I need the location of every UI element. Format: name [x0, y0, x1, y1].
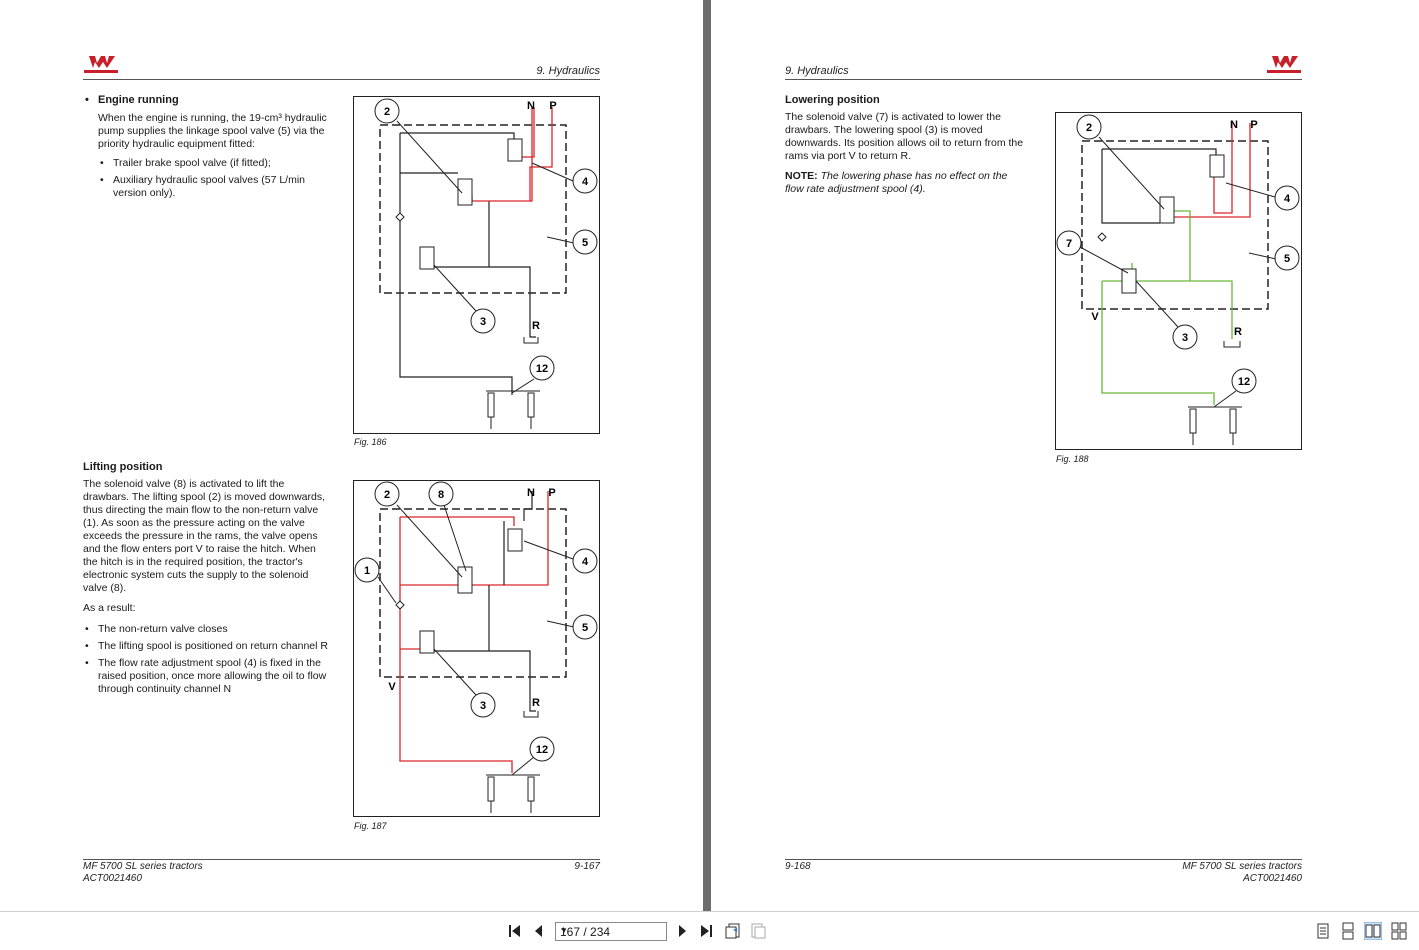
lifting-position-section: Lifting position The solenoid valve (8) … — [83, 461, 331, 700]
footer-rule — [785, 859, 1302, 860]
callout-2: 2 — [384, 489, 390, 501]
single-page-view-icon[interactable] — [1314, 922, 1332, 940]
equipment-list: Trailer brake spool valve (if fitted); A… — [98, 157, 333, 200]
lowering-position-text: The solenoid valve (7) is activated to l… — [785, 111, 1024, 162]
facing-view-icon[interactable] — [1364, 922, 1382, 940]
continuous-facing-view-icon[interactable] — [1390, 922, 1408, 940]
footer-code: ACT0021460 — [1243, 873, 1302, 884]
callout-8: 8 — [438, 489, 444, 501]
page-number: 9-168 — [785, 861, 811, 872]
callout-12: 12 — [536, 363, 548, 375]
figure-188-caption: Fig. 188 — [1056, 454, 1089, 464]
callout-1: 1 — [364, 565, 370, 577]
callout-12: 12 — [1238, 376, 1250, 388]
callout-2: 2 — [384, 106, 390, 118]
port-n: N — [1230, 119, 1238, 131]
footer-rule — [83, 859, 600, 860]
hydraulic-diagram-187: 2 8 4 1 5 3 12 N P V R — [354, 481, 598, 813]
back-view-icon[interactable] — [724, 922, 742, 940]
callout-2: 2 — [1086, 122, 1092, 134]
footer-title: MF 5700 SL series tractors — [83, 861, 203, 872]
result-list: The non-return valve closes The lifting … — [83, 623, 331, 696]
callout-12: 12 — [536, 744, 548, 756]
first-page-icon[interactable] — [506, 922, 524, 940]
callout-4: 4 — [1284, 193, 1291, 205]
callout-5: 5 — [1284, 253, 1290, 265]
list-item: Trailer brake spool valve (if fitted); — [98, 157, 333, 170]
hydraulic-diagram-186: 2 4 5 3 12 N P R — [374, 98, 598, 429]
callout-7: 7 — [1066, 238, 1072, 250]
port-p: P — [549, 100, 556, 112]
figure-186: 2 4 5 3 12 N P R — [353, 96, 600, 434]
lowering-position-heading: Lowering position — [785, 94, 880, 106]
brand-logo — [84, 56, 118, 73]
lowering-position-section: Lowering position The solenoid valve (7)… — [785, 94, 1025, 196]
port-p: P — [1250, 119, 1257, 131]
port-p: P — [548, 487, 555, 499]
next-page-icon[interactable] — [673, 922, 691, 940]
note-text: The lowering phase has no effect on the … — [785, 170, 1008, 195]
navigation-toolbar — [0, 911, 1419, 950]
continuous-view-icon[interactable] — [1339, 922, 1357, 940]
port-n: N — [527, 100, 535, 112]
right-page: 9. Hydraulics Lowering position The sole… — [711, 0, 1419, 911]
section-heading: • Engine running — [85, 94, 179, 106]
lifting-position-text: The solenoid valve (8) is activated to l… — [83, 478, 325, 594]
footer-title: MF 5700 SL series tractors — [1182, 861, 1302, 872]
result-label: As a result: — [83, 602, 136, 614]
port-v: V — [1091, 311, 1099, 323]
header-rule — [83, 79, 600, 80]
port-v: V — [388, 681, 396, 693]
port-r: R — [532, 697, 540, 709]
list-item: The non-return valve closes — [83, 623, 331, 636]
forward-view-icon[interactable] — [750, 922, 768, 940]
port-n: N — [527, 487, 535, 499]
running-header: 9. Hydraulics — [785, 65, 849, 77]
lifting-position-heading: Lifting position — [83, 461, 163, 473]
figure-187: 2 8 4 1 5 3 12 N P V R — [353, 480, 600, 817]
page-number: 9-167 — [574, 861, 600, 872]
figure-187-caption: Fig. 187 — [354, 821, 387, 831]
port-r: R — [532, 320, 540, 332]
callout-3: 3 — [1182, 332, 1188, 344]
list-item: Auxiliary hydraulic spool valves (57 L/m… — [98, 174, 333, 200]
chevron-down-icon[interactable]: ▼ — [560, 926, 662, 935]
header-rule — [785, 79, 1302, 80]
note: NOTE: The lowering phase has no effect o… — [785, 170, 1025, 196]
callout-4: 4 — [582, 556, 589, 568]
list-item: The flow rate adjustment spool (4) is fi… — [83, 657, 331, 696]
last-page-icon[interactable] — [697, 922, 715, 940]
callout-5: 5 — [582, 237, 588, 249]
callout-3: 3 — [480, 700, 486, 712]
engine-running-section: • Engine running When the engine is runni… — [83, 94, 333, 204]
list-item: The lifting spool is positioned on retur… — [83, 640, 331, 653]
footer-code: ACT0021460 — [83, 873, 142, 884]
port-r: R — [1234, 326, 1242, 338]
brand-logo — [1267, 56, 1301, 73]
callout-4: 4 — [582, 176, 589, 188]
left-page: 9. Hydraulics • Engine running When the e… — [0, 0, 703, 911]
hydraulic-diagram-188: 2 4 7 5 3 12 N P V R — [1056, 114, 1300, 445]
note-label: NOTE: — [785, 170, 818, 182]
engine-running-text: When the engine is running, the 19-cm³ h… — [98, 112, 327, 150]
engine-running-heading: Engine running — [98, 94, 179, 106]
figure-188: 2 4 7 5 3 12 N P V R — [1055, 112, 1302, 450]
callout-3: 3 — [480, 316, 486, 328]
previous-page-icon[interactable] — [530, 922, 548, 940]
callout-5: 5 — [582, 622, 588, 634]
page-number-select[interactable]: 167 / 234 ▼ — [555, 922, 667, 941]
running-header: 9. Hydraulics — [536, 65, 600, 77]
figure-186-caption: Fig. 186 — [354, 437, 387, 447]
